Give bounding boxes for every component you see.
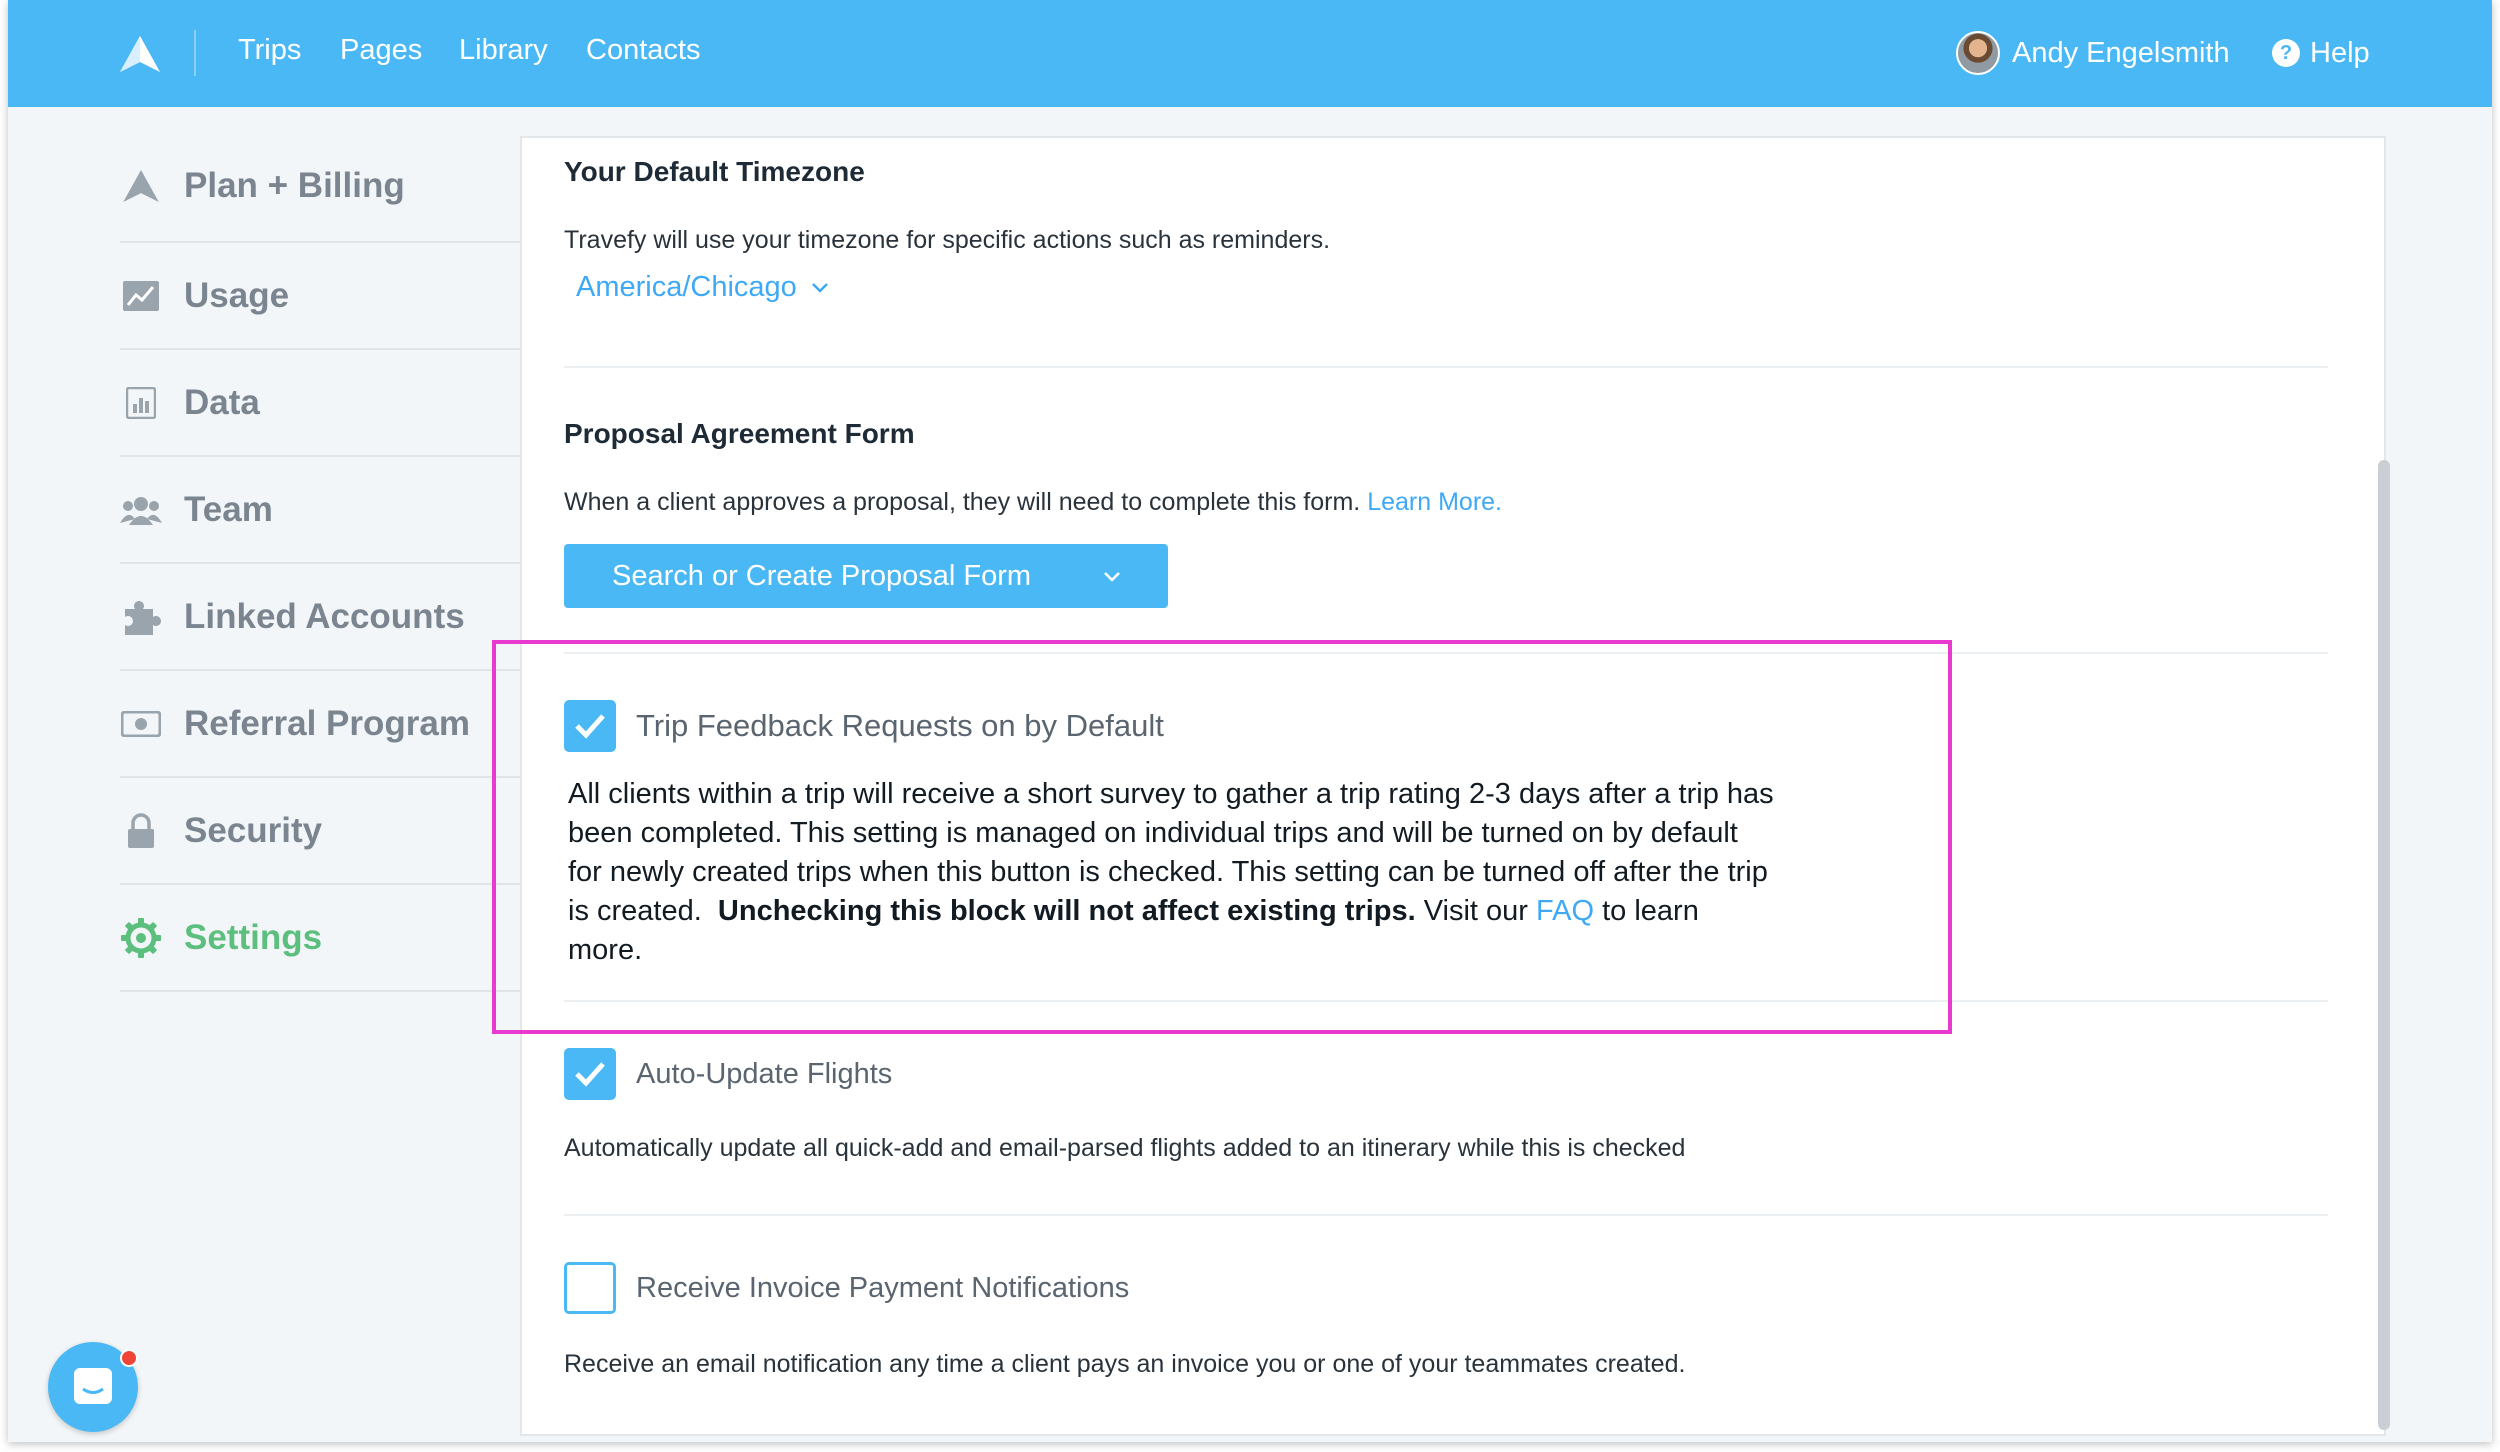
sidebar-item-settings[interactable]: Settings › — [120, 885, 530, 992]
notification-badge — [120, 1349, 138, 1367]
invoice-notifications-checkbox[interactable] — [564, 1262, 616, 1314]
data-icon — [120, 382, 162, 424]
help-icon: ? — [2272, 39, 2300, 67]
sidebar-item-label: Settings — [184, 917, 323, 957]
sidebar-item-security[interactable]: Security — [120, 778, 530, 885]
sidebar-item-referral-program[interactable]: Referral Program — [120, 671, 530, 778]
chart-icon — [120, 275, 162, 317]
sidebar-item-team[interactable]: Team — [120, 457, 530, 564]
user-name: Andy Engelsmith — [2012, 36, 2230, 69]
timezone-value: America/Chicago — [576, 271, 797, 303]
sidebar-item-plan-billing[interactable]: Plan + Billing — [120, 130, 530, 243]
nav-contacts-link[interactable]: Contacts — [586, 34, 700, 67]
help-link[interactable]: ? Help — [2272, 30, 2370, 76]
sidebar-item-linked-accounts[interactable]: Linked Accounts — [120, 564, 530, 671]
proposal-description: When a client approves a proposal, they … — [564, 488, 2328, 517]
invoice-notifications-row: Receive Invoice Payment Notifications — [564, 1262, 2328, 1314]
sidebar-item-label: Linked Accounts — [184, 596, 465, 636]
proposal-title: Proposal Agreement Form — [564, 418, 915, 449]
sidebar-item-label: Referral Program — [184, 703, 470, 743]
user-menu[interactable]: Andy Engelsmith — [1956, 30, 2230, 76]
proposal-form-button-label: Search or Create Proposal Form — [612, 559, 1032, 592]
sidebar-item-label: Data — [184, 382, 260, 422]
proposal-section: Proposal Agreement Form When a client ap… — [564, 418, 2328, 517]
auto-update-flights-label: Auto-Update Flights — [636, 1057, 893, 1090]
auto-update-flights-checkbox[interactable] — [564, 1048, 616, 1100]
sidebar-item-usage[interactable]: Usage — [120, 243, 530, 350]
sidebar-item-label: Security — [184, 810, 323, 850]
chat-icon — [74, 1368, 112, 1404]
checkmark-icon — [575, 1062, 605, 1087]
avatar — [1956, 31, 2000, 75]
nav-divider — [194, 30, 196, 76]
help-label: Help — [2310, 36, 2370, 69]
sidebar-item-label: Plan + Billing — [184, 165, 405, 205]
proposal-description-text: When a client approves a proposal, they … — [564, 488, 1361, 516]
app-window: Trips Pages Library Contacts Andy Engels… — [8, 0, 2492, 1442]
invoice-notifications-label: Receive Invoice Payment Notifications — [636, 1271, 1130, 1304]
section-divider — [564, 366, 2328, 368]
section-divider — [564, 1214, 2328, 1216]
travefy-logo-icon — [120, 165, 162, 207]
nav-pages-link[interactable]: Pages — [340, 34, 422, 67]
chevron-down-icon — [1104, 572, 1120, 582]
sidebar-item-label: Usage — [184, 275, 290, 315]
timezone-select[interactable]: America/Chicago — [576, 271, 829, 304]
nav-trips-link[interactable]: Trips — [238, 34, 301, 67]
proposal-form-select-button[interactable]: Search or Create Proposal Form — [564, 544, 1168, 608]
auto-update-flights-description: Automatically update all quick-add and e… — [564, 1134, 1686, 1162]
puzzle-icon — [120, 596, 162, 638]
timezone-title: Your Default Timezone — [564, 156, 865, 187]
money-icon — [120, 703, 162, 745]
nav-library-link[interactable]: Library — [459, 34, 548, 67]
learn-more-link[interactable]: Learn More. — [1367, 488, 1502, 516]
auto-update-flights-row: Auto-Update Flights — [564, 1048, 2328, 1100]
top-nav-bar: Trips Pages Library Contacts Andy Engels… — [8, 0, 2492, 107]
team-icon — [120, 489, 162, 531]
invoice-notifications-description: Receive an email notification any time a… — [564, 1350, 1686, 1378]
timezone-section: Your Default Timezone Travefy will use y… — [564, 156, 2328, 304]
travefy-logo-icon[interactable] — [120, 36, 160, 72]
chevron-down-icon — [811, 282, 828, 293]
sidebar-item-data[interactable]: Data — [120, 350, 530, 457]
highlight-annotation-box — [492, 640, 1952, 1034]
timezone-description: Travefy will use your timezone for speci… — [564, 226, 1331, 254]
settings-sidebar: Plan + Billing Usage Data Team Linked Ac… — [120, 130, 530, 992]
gear-icon — [120, 917, 162, 959]
sidebar-item-label: Team — [184, 489, 273, 529]
scrollbar[interactable] — [2378, 460, 2390, 1430]
lock-icon — [120, 810, 162, 852]
